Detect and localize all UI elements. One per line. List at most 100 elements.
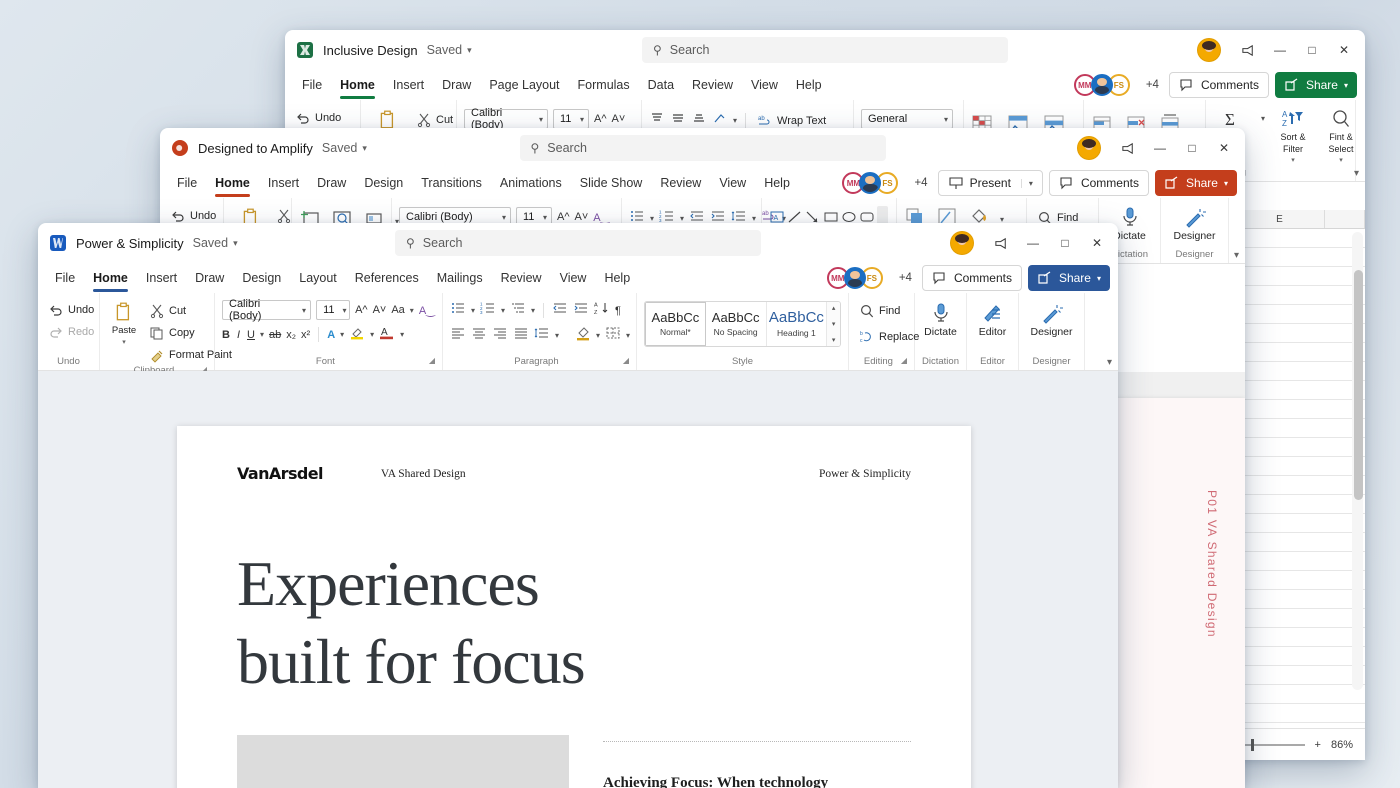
chevron-down-icon[interactable]: ▾	[680, 214, 684, 223]
increase-font-size-button[interactable]: A^	[557, 211, 570, 223]
clear-formatting-button[interactable]: A‿	[593, 211, 609, 224]
tab-home[interactable]: Home	[84, 268, 137, 292]
tab-design[interactable]: Design	[355, 173, 412, 194]
tab-page-layout[interactable]: Page Layout	[480, 75, 568, 96]
font-name-input[interactable]: Calibri (Body) ▾	[464, 107, 548, 131]
avatar-photo[interactable]	[859, 172, 882, 194]
font-name-input[interactable]: Calibri (Body) ▾	[222, 298, 312, 322]
tab-home[interactable]: Home	[331, 75, 384, 99]
find-button[interactable]: Find	[856, 301, 903, 321]
underline-button[interactable]: U	[247, 329, 255, 341]
tab-animations[interactable]: Animations	[491, 173, 571, 194]
tab-mailings[interactable]: Mailings	[428, 268, 492, 289]
chevron-down-icon[interactable]: ▾	[501, 306, 505, 315]
chevron-down-icon[interactable]: ▾	[362, 143, 367, 154]
ppt-search-input[interactable]: ⚲ Search	[519, 135, 886, 161]
column-header-right[interactable]	[1325, 210, 1365, 228]
tab-draw[interactable]: Draw	[433, 75, 480, 96]
avatar[interactable]	[1197, 38, 1221, 62]
multilevel-list-button[interactable]	[510, 300, 526, 321]
subscript-button[interactable]: x₂	[286, 329, 296, 341]
excel-saved-status[interactable]: Saved	[427, 43, 462, 57]
chevron-down-icon[interactable]: ▾	[650, 214, 654, 223]
tab-file[interactable]: File	[168, 173, 206, 194]
editor-button[interactable]: Editor	[973, 300, 1013, 340]
text-highlight-button[interactable]	[349, 324, 365, 345]
close-button[interactable]: ✕	[1329, 36, 1359, 64]
document-page[interactable]: VanArsdel VA Shared Design Power & Simpl…	[177, 426, 971, 788]
font-color-button[interactable]: A	[379, 324, 395, 345]
chevron-down-icon[interactable]: ▾	[340, 330, 344, 339]
style-normal[interactable]: AaBbCc Normal*	[645, 302, 706, 346]
superscript-button[interactable]: x²	[301, 329, 310, 341]
font-size-input[interactable]: 11 ▾	[553, 109, 589, 129]
tab-review[interactable]: Review	[683, 75, 742, 96]
text-effects-button[interactable]: A	[327, 329, 335, 341]
facepile-overflow[interactable]: +4	[899, 272, 912, 284]
numbering-button[interactable]: 123	[480, 300, 496, 321]
dialog-launcher-icon[interactable]: ◢	[623, 356, 629, 365]
chevron-down-icon[interactable]: ▾	[752, 214, 756, 223]
chevron-down-icon[interactable]: ▾	[122, 338, 126, 346]
minimize-button[interactable]: —	[1018, 229, 1048, 257]
facepile[interactable]: MM FS	[842, 172, 899, 194]
tab-review[interactable]: Review	[651, 173, 710, 194]
word-search-input[interactable]: ⚲ Search	[395, 230, 761, 256]
avatar-photo[interactable]	[843, 267, 866, 289]
increase-font-size-button[interactable]: A^	[594, 113, 607, 125]
tab-slide-show[interactable]: Slide Show	[571, 173, 652, 194]
tab-help[interactable]: Help	[755, 173, 799, 194]
collapse-ribbon-button[interactable]: ▾	[1107, 357, 1112, 368]
shading-button[interactable]	[575, 325, 591, 346]
chevron-down-icon[interactable]: ▾	[1339, 156, 1343, 164]
avatar-photo[interactable]	[1090, 74, 1113, 96]
ribbon-display-icon[interactable]	[1233, 36, 1263, 64]
tab-help[interactable]: Help	[787, 75, 831, 96]
maximize-button[interactable]: □	[1050, 229, 1080, 257]
chevron-down-icon[interactable]: ▾	[233, 238, 238, 249]
justify-button[interactable]	[513, 325, 529, 346]
bold-button[interactable]: B	[222, 329, 230, 341]
avatar[interactable]	[950, 231, 974, 255]
cut-button[interactable]: Cut	[413, 110, 456, 130]
zoom-level[interactable]: 86%	[1331, 739, 1353, 751]
change-case-button[interactable]: Aa	[391, 304, 404, 316]
dialog-launcher-icon[interactable]: ◢	[901, 356, 907, 365]
column-header-E[interactable]: E	[1235, 210, 1325, 228]
chevron-down-icon[interactable]: ▾	[260, 330, 264, 339]
tab-home[interactable]: Home	[206, 173, 259, 197]
chevron-down-icon[interactable]: ▾	[626, 331, 630, 340]
tab-formulas[interactable]: Formulas	[569, 75, 639, 96]
maximize-button[interactable]: □	[1297, 36, 1327, 64]
collapse-ribbon-button[interactable]: ▾	[1354, 168, 1359, 179]
tab-insert[interactable]: Insert	[259, 173, 308, 194]
avatar[interactable]	[1077, 136, 1101, 160]
tab-data[interactable]: Data	[639, 75, 683, 96]
tab-insert[interactable]: Insert	[384, 75, 433, 96]
tab-help[interactable]: Help	[595, 268, 639, 289]
chevron-down-icon[interactable]: ▾	[531, 306, 535, 315]
minimize-button[interactable]: —	[1265, 36, 1295, 64]
replace-button[interactable]: bc Replace	[856, 327, 922, 347]
chevron-down-icon[interactable]: ▾	[1020, 178, 1033, 188]
ribbon-display-icon[interactable]	[986, 229, 1016, 257]
decrease-indent-button[interactable]	[552, 300, 568, 321]
share-button[interactable]: Share ▾	[1274, 72, 1357, 98]
present-button[interactable]: Present ▾	[937, 170, 1043, 196]
clear-formatting-button[interactable]: A‿	[419, 304, 435, 317]
chevron-down-icon[interactable]: ▾	[370, 330, 374, 339]
tab-view[interactable]: View	[742, 75, 787, 96]
comments-button[interactable]: Comments	[1048, 170, 1149, 196]
paste-button[interactable]: Paste ▾	[107, 299, 141, 348]
tab-design[interactable]: Design	[233, 268, 290, 289]
borders-button[interactable]	[605, 325, 621, 346]
align-right-button[interactable]	[492, 325, 508, 346]
designer-button[interactable]: Designer	[1168, 204, 1221, 244]
style-gallery-scroll[interactable]: ▴ ▾ ▾	[827, 302, 840, 346]
collapse-ribbon-button[interactable]: ▾	[1234, 250, 1239, 261]
facepile-overflow[interactable]: +4	[914, 177, 927, 189]
increase-font-size-button[interactable]: A^	[355, 304, 368, 316]
tab-view[interactable]: View	[551, 268, 596, 289]
facepile[interactable]: MM FS	[826, 267, 883, 289]
tab-draw[interactable]: Draw	[186, 268, 233, 289]
